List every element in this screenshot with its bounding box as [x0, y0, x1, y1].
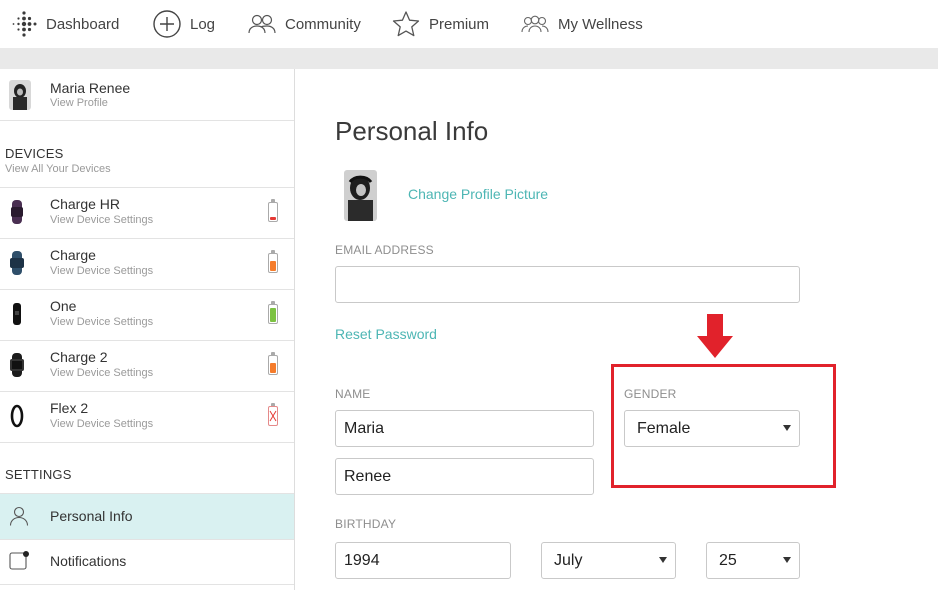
last-name-field[interactable]: Renee — [335, 458, 594, 495]
one-tracker-icon — [8, 302, 26, 326]
device-name: Charge HR — [50, 196, 121, 212]
devices-section[interactable]: DEVICES View All Your Devices — [0, 121, 294, 188]
nav-community-label: Community — [285, 15, 361, 33]
main-content: Personal Info Change Profile Picture EMA… — [296, 69, 938, 590]
nav-log[interactable]: Log — [152, 0, 215, 48]
sidebar-item-label: Personal Info — [50, 508, 133, 524]
device-row-flex-2[interactable]: Flex 2 View Device Settings — [0, 392, 294, 443]
first-name-field[interactable]: Maria — [335, 410, 594, 447]
battery-icon — [268, 250, 278, 273]
battery-icon — [268, 199, 278, 222]
nav-premium-label: Premium — [429, 15, 490, 33]
device-row-charge-2[interactable]: Charge 2 View Device Settings — [0, 341, 294, 392]
battery-empty-icon — [268, 403, 278, 426]
birth-month-select[interactable]: July — [541, 542, 676, 579]
birthday-label: BIRTHDAY — [335, 517, 397, 531]
community-icon — [247, 13, 277, 35]
nav-community[interactable]: Community — [247, 0, 361, 48]
profile-picture[interactable] — [344, 170, 377, 221]
device-row-charge-hr[interactable]: Charge HR View Device Settings — [0, 188, 294, 239]
view-profile-link[interactable]: View Profile — [50, 97, 130, 109]
star-icon — [391, 10, 421, 38]
email-field[interactable] — [335, 266, 800, 303]
device-settings-link: View Device Settings — [50, 316, 154, 328]
profile-name: Maria Renee — [50, 80, 131, 96]
settings-section: SETTINGS — [0, 443, 294, 494]
flex-2-tracker-icon — [8, 404, 26, 428]
name-label: NAME — [335, 387, 371, 401]
battery-icon — [268, 301, 278, 324]
page-title: Personal Info — [335, 116, 489, 146]
charge-2-tracker-icon — [8, 353, 26, 377]
charge-hr-tracker-icon — [8, 200, 26, 224]
device-name: Charge 2 — [50, 349, 108, 365]
arrow-down-icon — [697, 314, 733, 363]
email-label: EMAIL ADDRESS — [335, 243, 434, 257]
settings-title: SETTINGS — [5, 467, 72, 482]
chevron-down-icon — [659, 557, 667, 563]
header-divider-bar — [0, 48, 938, 69]
birth-day-select[interactable]: 25 — [706, 542, 800, 579]
gender-highlight-box — [611, 364, 836, 488]
nav-dashboard-label: Dashboard — [46, 15, 120, 33]
charge-tracker-icon — [8, 251, 26, 275]
top-nav: Dashboard Log Community Premium My Welln… — [0, 0, 938, 48]
birth-year-field[interactable]: 1994 — [335, 542, 511, 579]
person-icon — [9, 506, 29, 526]
nav-wellness-label: My Wellness — [558, 15, 643, 33]
notification-icon — [9, 551, 29, 571]
birth-month-value: July — [554, 551, 583, 569]
devices-title: DEVICES — [5, 146, 64, 161]
reset-password-link[interactable]: Reset Password — [335, 326, 437, 342]
sidebar-item-personal-info[interactable]: Personal Info — [0, 494, 294, 540]
avatar — [9, 80, 31, 110]
device-name: Flex 2 — [50, 400, 89, 416]
device-name: Charge — [50, 247, 96, 263]
sidebar-profile[interactable]: Maria Renee View Profile — [0, 69, 294, 121]
view-all-devices-link[interactable]: View All Your Devices — [5, 163, 111, 175]
device-row-charge[interactable]: Charge View Device Settings — [0, 239, 294, 290]
device-settings-link: View Device Settings — [50, 418, 154, 430]
plus-circle-icon — [152, 9, 182, 39]
nav-premium[interactable]: Premium — [391, 0, 489, 48]
device-settings-link: View Device Settings — [50, 367, 154, 379]
wellness-group-icon — [520, 13, 550, 35]
sidebar-item-label: Notifications — [50, 553, 127, 569]
chevron-down-icon — [783, 557, 791, 563]
sidebar-item-notifications[interactable]: Notifications — [0, 539, 294, 585]
device-settings-link: View Device Settings — [50, 214, 154, 226]
nav-log-label: Log — [190, 15, 216, 33]
nav-wellness[interactable]: My Wellness — [520, 0, 643, 48]
device-row-one[interactable]: One View Device Settings — [0, 290, 294, 341]
device-settings-link: View Device Settings — [50, 265, 154, 277]
fitbit-logo-icon — [10, 10, 38, 38]
change-profile-picture-link[interactable]: Change Profile Picture — [408, 186, 548, 202]
birth-day-value: 25 — [719, 551, 737, 569]
nav-dashboard[interactable]: Dashboard — [10, 0, 119, 48]
settings-sidebar: Maria Renee View Profile DEVICES View Al… — [0, 69, 295, 590]
battery-icon — [268, 352, 278, 375]
device-name: One — [50, 298, 77, 314]
